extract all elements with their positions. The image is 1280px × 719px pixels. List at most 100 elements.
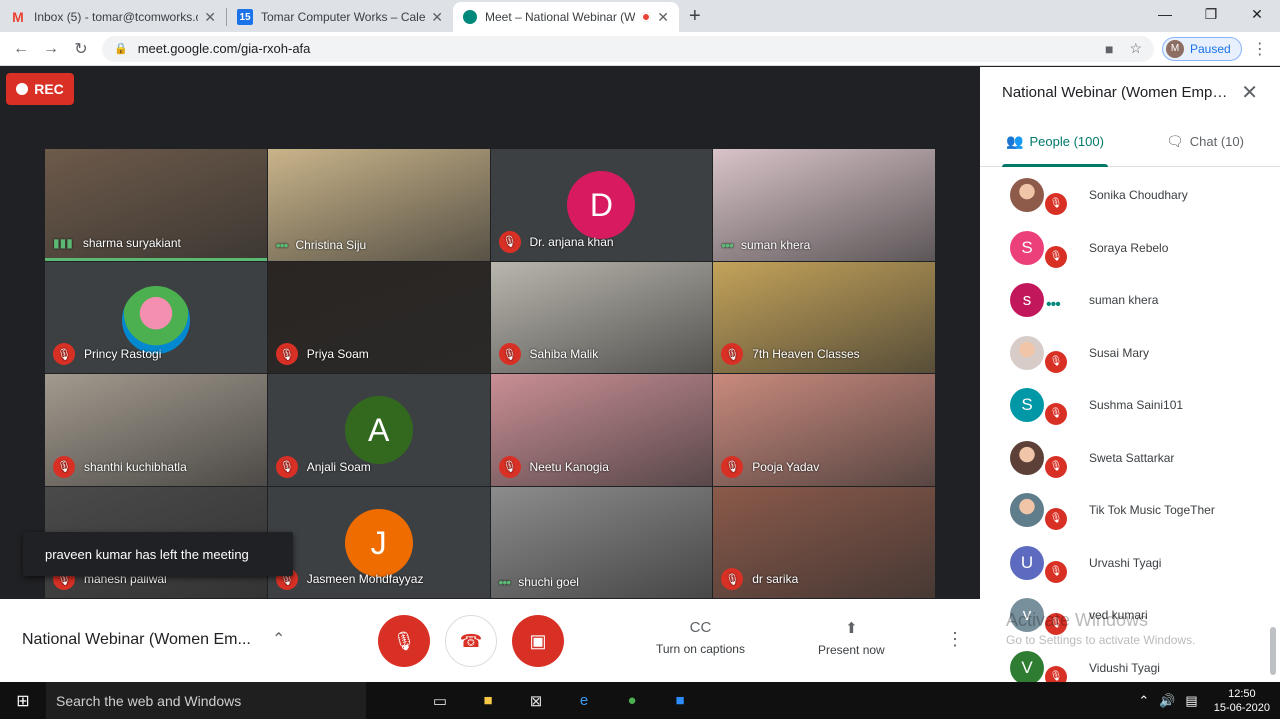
list-item[interactable]: U 🎙 Urvashi Tyagi — [980, 537, 1280, 590]
browser-toolbar: ← → ↻ 🔒 meet.google.com/gia-rxoh-afa ■ ☆… — [0, 32, 1280, 66]
tile-label: ▮▮▮ sharma suryakiant — [53, 236, 181, 250]
tab-people[interactable]: 👥 People (100) — [980, 117, 1130, 167]
tile-label: ••• shuchi goel — [499, 574, 579, 590]
participant-avatar: D — [567, 171, 636, 239]
participant-name: Dr. anjana khan — [529, 234, 614, 249]
close-window-icon[interactable]: ✕ — [1234, 0, 1280, 30]
list-item[interactable]: 🎙 Susai Mary — [980, 327, 1280, 380]
new-tab-button[interactable]: + — [679, 5, 711, 32]
mic-off-icon: 🎙 — [1045, 193, 1067, 215]
camera-toggle-button[interactable]: ▣ — [512, 615, 564, 667]
present-icon: ⬆ — [845, 620, 858, 637]
file-explorer-icon[interactable]: ■ — [464, 692, 512, 710]
address-bar[interactable]: 🔒 meet.google.com/gia-rxoh-afa ■ ☆ — [102, 35, 1154, 62]
back-icon[interactable]: ← — [6, 40, 36, 58]
leave-call-button[interactable]: ☎ — [445, 615, 497, 667]
video-tile[interactable]: D 🎙 Dr. anjana khan — [490, 149, 713, 261]
video-tile[interactable]: 🎙 shanthi kuchibhatla — [45, 374, 267, 486]
store-icon[interactable]: ⊠ — [512, 692, 560, 710]
video-tile[interactable]: ▮▮▮ sharma suryakiant — [45, 149, 267, 261]
task-view-icon[interactable]: ▭ — [416, 692, 464, 710]
participant-list[interactable]: 🎙 Sonika Choudhary S 🎙 Soraya Rebelo s ••• suma… — [980, 169, 1280, 682]
present-now-button[interactable]: ⬆ Present now — [818, 619, 885, 657]
microphone-toggle-button[interactable]: 🎙 — [378, 615, 430, 667]
video-tile[interactable]: 🎙 Sahiba Malik — [490, 261, 713, 373]
participant-name: Tik Tok Music TogeTher — [1089, 503, 1215, 518]
forward-icon[interactable]: → — [36, 40, 66, 58]
video-tile[interactable]: ••• Christina Siju — [267, 149, 490, 261]
tile-label: 🎙 dr sarika — [721, 568, 798, 590]
list-item[interactable]: S 🎙 Soraya Rebelo — [980, 222, 1280, 275]
avatar: S — [1010, 388, 1044, 423]
video-tile[interactable]: 🎙 Princy Rastogi — [45, 261, 267, 373]
participant-name: Christina Siju — [295, 237, 367, 252]
reload-icon[interactable]: ↻ — [66, 39, 96, 59]
minimize-icon[interactable]: — — [1142, 0, 1188, 30]
avatar: V — [1010, 650, 1044, 682]
speaking-icon: ▮▮▮ — [53, 235, 73, 250]
list-item[interactable]: S 🎙 Sushma Saini101 — [980, 379, 1280, 432]
audio-level-icon: ••• — [498, 574, 512, 590]
avatar — [1010, 335, 1044, 370]
browser-menu-icon[interactable]: ⋮ — [1252, 39, 1268, 59]
avatar — [1010, 493, 1044, 528]
video-tile[interactable]: ••• suman khera — [713, 149, 935, 261]
chevron-up-icon[interactable]: ⌃ — [272, 629, 285, 649]
tab-title: Meet – National Webinar (W — [485, 10, 636, 24]
video-tile[interactable]: 🎙 Neetu Kanogia — [490, 374, 713, 486]
mic-off-icon: 🎙 — [721, 455, 744, 478]
close-icon[interactable]: ✕ — [1241, 80, 1258, 105]
profile-button[interactable]: M Paused — [1162, 36, 1242, 61]
captions-label: Turn on captions — [656, 642, 745, 656]
participant-name: Pooja Yadav — [752, 459, 820, 474]
mic-off-icon: 🎙 — [1045, 403, 1067, 425]
close-icon[interactable]: ✕ — [204, 9, 216, 26]
lock-icon[interactable]: 🔒 — [114, 42, 128, 55]
tile-label: 🎙 Sahiba Malik — [498, 343, 598, 365]
avatar: U — [1010, 545, 1044, 580]
close-icon[interactable]: ✕ — [657, 9, 669, 26]
more-options-icon[interactable]: ⋮ — [946, 629, 964, 650]
list-item[interactable]: s ••• suman khera — [980, 274, 1280, 327]
tab-calendar[interactable]: 15 Tomar Computer Works – Calend ✕ — [227, 2, 453, 32]
notifications-icon[interactable]: ▤ — [1185, 693, 1197, 709]
taskbar-clock[interactable]: 12:50 15-06-2020 — [1214, 687, 1270, 715]
list-item[interactable]: 🎙 Tik Tok Music TogeTher — [980, 484, 1280, 537]
mic-off-icon: 🎙 — [1045, 613, 1067, 635]
mic-off-icon: 🎙 — [275, 455, 298, 478]
captions-button[interactable]: CC Turn on captions — [656, 619, 745, 656]
video-tile[interactable]: 🎙 Priya Soam — [267, 261, 490, 373]
zoom-icon[interactable]: ■ — [656, 692, 704, 710]
video-tile[interactable]: J 🎙 Jasmeen Mohdfayyaz — [267, 486, 490, 598]
video-tile[interactable]: 🎙 7th Heaven Classes — [713, 261, 935, 373]
audio-level-icon: ••• — [275, 236, 289, 253]
list-item[interactable]: 🎙 Sweta Sattarkar — [980, 432, 1280, 485]
tile-label: 🎙 Princy Rastogi — [53, 343, 161, 365]
video-tile[interactable]: A 🎙 Anjali Soam — [267, 374, 490, 486]
video-tile[interactable]: 🎙 Pooja Yadav — [713, 374, 935, 486]
video-tile[interactable]: 🎙 dr sarika — [713, 486, 935, 598]
taskbar-search[interactable]: Search the web and Windows — [46, 682, 366, 719]
meeting-name[interactable]: National Webinar (Women Em... — [22, 631, 251, 649]
volume-icon[interactable]: 🔊 — [1159, 693, 1175, 709]
list-item[interactable]: v 🎙 ved kumari — [980, 589, 1280, 642]
maximize-icon[interactable]: ❐ — [1188, 0, 1234, 30]
tab-meet[interactable]: Meet – National Webinar (W ✕ — [453, 2, 679, 32]
camera-icon[interactable]: ■ — [1105, 41, 1113, 57]
people-icon: 👥 — [1006, 133, 1024, 149]
bookmark-star-icon[interactable]: ☆ — [1129, 40, 1142, 57]
clock-time: 12:50 — [1228, 687, 1256, 700]
participant-name: Vidushi Tyagi — [1089, 660, 1160, 675]
edge-icon[interactable]: e — [560, 692, 608, 710]
windows-start-icon[interactable]: ⊞ — [0, 691, 46, 711]
chevron-up-icon[interactable]: ⌃ — [1138, 693, 1149, 709]
chrome-icon[interactable]: ● — [608, 692, 656, 710]
mic-off-icon: 🎙 — [1045, 245, 1067, 268]
video-tile[interactable]: ••• shuchi goel — [490, 486, 713, 598]
list-item[interactable]: 🎙 Sonika Choudhary — [980, 169, 1280, 222]
tab-gmail[interactable]: M Inbox (5) - tomar@tcomworks.co ✕ — [0, 2, 226, 32]
list-item[interactable]: V 🎙 Vidushi Tyagi — [980, 642, 1280, 682]
close-icon[interactable]: ✕ — [431, 9, 443, 26]
scrollbar[interactable] — [1270, 627, 1276, 675]
tab-chat[interactable]: 🗨 Chat (10) — [1130, 117, 1280, 166]
